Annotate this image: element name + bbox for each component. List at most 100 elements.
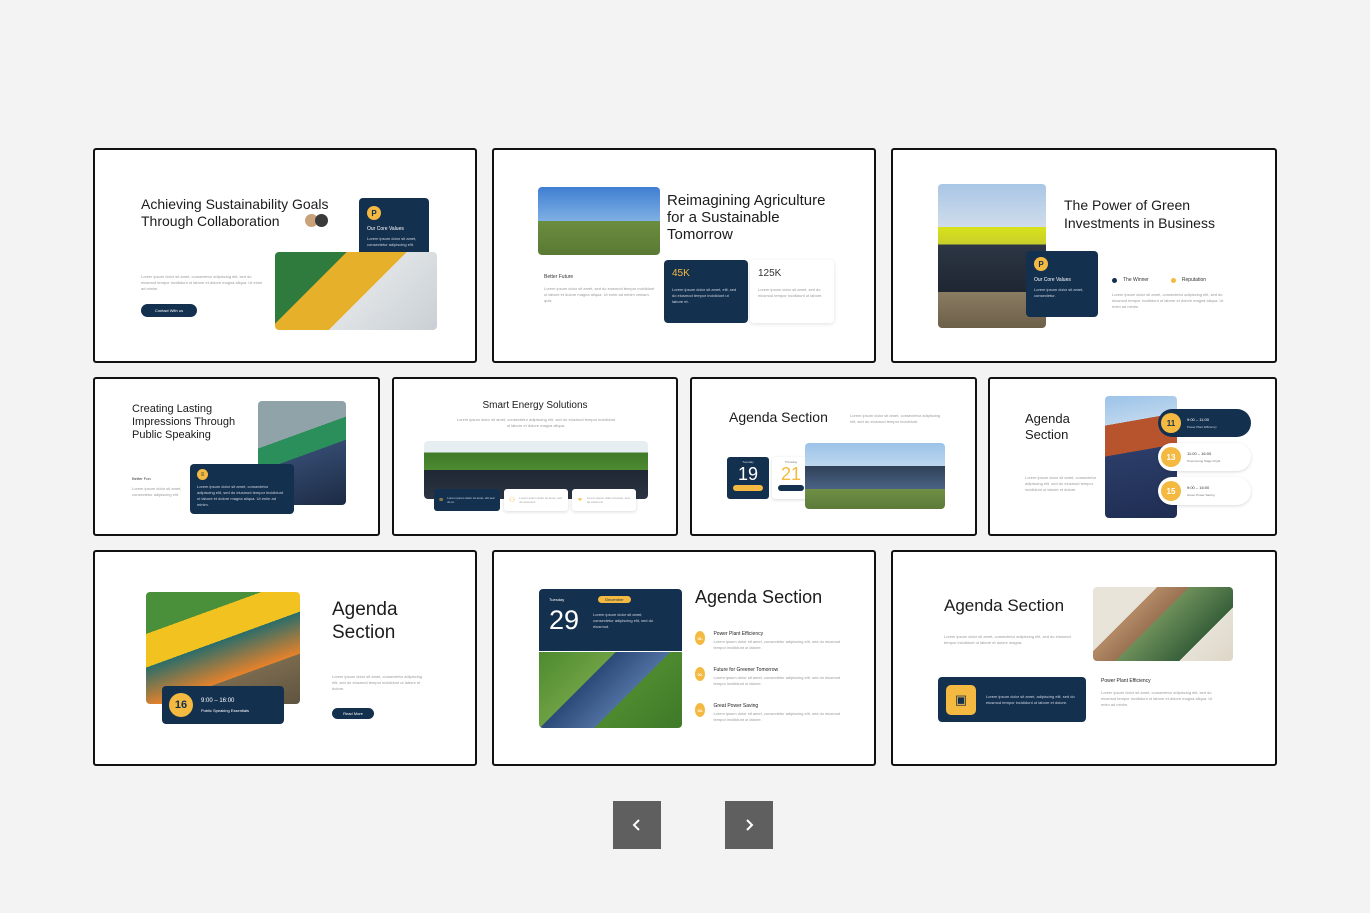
agenda-number: 13: [1161, 447, 1181, 467]
farm-facility-photo: [538, 187, 660, 255]
chevron-right-icon: [746, 819, 754, 831]
agenda-label: Green Power Saving: [1187, 493, 1215, 497]
slide-body: Lorem ipsum dolor sit amet, consectetur …: [132, 486, 182, 497]
agenda-time: 9:00 – 11:00: [1187, 417, 1209, 422]
legend-label: The Winner: [1123, 277, 1149, 283]
feature-text: Lorem ipsum dolor sit amet, sed do eiusm…: [519, 496, 562, 504]
slide-thumbnail-6[interactable]: Agenda Section Lorem ipsum dolor sit ame…: [690, 377, 977, 536]
slide-thumbnail-5[interactable]: Smart Energy Solutions Lorem ipsum dolor…: [392, 377, 678, 536]
card-title: Our Core Values: [367, 226, 404, 232]
item-text: Lorem ipsum dolor sit amet, consectetur …: [713, 639, 841, 650]
legend: The Winner Reputation: [1112, 277, 1206, 283]
calendar-icon: ▣: [946, 684, 976, 715]
network-icon: ⚭: [577, 497, 583, 504]
slide-body: Lorem ipsum dolor sit amet, sed do eiusm…: [544, 286, 655, 303]
slide-title: Agenda Section: [1025, 411, 1070, 442]
card-text: Lorem ipsum dolor sit amet, adipiscing e…: [986, 693, 1075, 705]
agenda-label: Power Plant Efficiency: [1187, 425, 1217, 429]
slide-thumbnail-4[interactable]: Creating Lasting Impressions Through Pub…: [93, 377, 380, 536]
item-number: 01.: [695, 631, 706, 645]
slide-subtitle: Better Future: [544, 274, 574, 280]
read-more-button[interactable]: Read More: [332, 708, 374, 719]
month-badge: February: [778, 485, 804, 499]
next-slide-button[interactable]: [725, 801, 773, 849]
agenda-card: 16 9:00 – 16:00 Public Speaking Essentia…: [162, 686, 284, 724]
stat-card-dark: 45K Lorem ipsum dolor sit amet, elit, se…: [664, 260, 748, 323]
slide-body: Lorem ipsum dolor sit amet, consectetur …: [332, 674, 423, 691]
item-label: Power Plant Efficiency: [713, 631, 764, 637]
info-card: ≡ Lorem ipsum dolor sit amet, consectetu…: [190, 464, 294, 514]
slide-title: The Power of Green Investments in Busine…: [1064, 197, 1215, 231]
date-card-19: Tuesday 19 February: [727, 457, 769, 499]
agenda-row: 03. Great Power Saving Lorem ipsum dolor…: [695, 703, 845, 739]
stat-card-light: 125K Lorem ipsum dolor sit amet, sed do …: [750, 260, 834, 323]
slide-thumbnail-3[interactable]: P Our Core Values Lorem ipsum dolor sit …: [891, 148, 1277, 363]
award-icon: P: [1034, 257, 1048, 271]
day-number: 19: [737, 464, 759, 484]
item-number: 02.: [695, 667, 706, 681]
chevron-left-icon: [632, 819, 640, 831]
contact-button[interactable]: Contact With us: [141, 304, 197, 317]
weekday: Tuesday: [549, 597, 565, 602]
menu-icon: ≡: [439, 496, 444, 504]
stat-text: Lorem ipsum dolor sit amet, elit, sed do…: [672, 287, 737, 304]
agenda-time: 9:00 – 16:00: [1187, 485, 1210, 490]
solar-farm-photo: [805, 443, 945, 509]
card-text: Lorem ipsum dolor sit amet, consectetur …: [367, 236, 417, 247]
slide-body: Lorem ipsum dolor sit amet, consectetur …: [141, 274, 263, 291]
card-title: Our Core Values: [1034, 277, 1071, 283]
card-text: Lorem ipsum dolor sit amet, consectetur.: [1034, 287, 1084, 298]
stat-text: Lorem ipsum dolor sit amet, sed do eiusm…: [758, 287, 823, 298]
slide-title: Agenda Section: [332, 599, 398, 643]
slide-subtext: Lorem ipsum dolor sit amet, consectetur …: [1101, 690, 1213, 707]
slide-thumbnail-7[interactable]: Agenda Section Lorem ipsum dolor sit ame…: [988, 377, 1277, 536]
woman-with-plants-photo: [1093, 587, 1233, 661]
card-text: Lorem ipsum dolor sit amet, consectetur …: [197, 484, 284, 507]
award-icon: P: [367, 206, 381, 220]
aerial-solar-field-photo: [539, 652, 682, 728]
avatar-group: [305, 214, 331, 228]
slide-subtitle: Power Plant Efficiency: [1101, 678, 1151, 684]
feature-box-2: ⚇ Lorem ipsum dolor sit amet, sed do eiu…: [504, 489, 568, 511]
feature-text: Lorem ipsum dolor sit amet, elit sed do …: [447, 496, 495, 504]
gloved-hands-solar-photo: [275, 252, 437, 330]
feature-box-3: ⚭ Lorem ipsum dolor sit amet, sed do eiu…: [572, 489, 636, 511]
read-more-label: Read More: [343, 711, 363, 716]
agenda-item-2: 13 11:00 – 16:00 Overcoming Stage Fright: [1158, 443, 1251, 471]
agenda-row: 01. Power Plant Efficiency Lorem ipsum d…: [695, 631, 845, 667]
feature-text: Lorem ipsum dolor sit amet, sed do eiusm…: [586, 496, 630, 504]
stat-value: 45K: [672, 268, 690, 279]
slide-title: Smart Energy Solutions: [482, 400, 588, 411]
slide-title: Agenda Section: [695, 587, 823, 607]
item-text: Lorem ipsum dolor sit amet, consectetur …: [713, 675, 841, 686]
slide-body: Lorem ipsum dolor sit amet, consectetur …: [1112, 292, 1224, 309]
agenda-number: 15: [1161, 481, 1181, 501]
agenda-list: 01. Power Plant Efficiency Lorem ipsum d…: [695, 631, 845, 739]
slide-thumbnail-9[interactable]: Tuesday December 29 Lorem ipsum dolor si…: [492, 550, 876, 766]
legend-dot-navy: [1112, 277, 1117, 283]
agenda-item-3: 15 9:00 – 16:00 Green Power Saving: [1158, 477, 1251, 505]
slide-thumbnail-8[interactable]: 16 9:00 – 16:00 Public Speaking Essentia…: [93, 550, 477, 766]
team-icon: ⚇: [509, 497, 516, 504]
slide-thumbnail-1[interactable]: Achieving Sustainability Goals Through C…: [93, 148, 477, 363]
legend-dot-gold: [1170, 277, 1176, 283]
slide-body: Lorem ipsum dolor sit amet, consectetur …: [1025, 475, 1097, 492]
slide-thumbnail-2[interactable]: Reimagining Agriculture for a Sustainabl…: [492, 148, 876, 363]
month-badge: December: [598, 596, 631, 603]
agenda-label: Public Speaking Essentials: [201, 707, 250, 713]
item-text: Lorem ipsum dolor sit amet, consectetur …: [713, 711, 841, 722]
checklist-icon: ≡: [197, 469, 208, 480]
slide-subtitle: Better Fun: [132, 476, 151, 481]
slide-title: Agenda Section: [944, 596, 1065, 615]
date-banner: Tuesday December 29 Lorem ipsum dolor si…: [539, 589, 682, 651]
day-number: 29: [549, 605, 580, 635]
date-text: Lorem ipsum dolor sit amet, consectetur …: [593, 611, 654, 629]
slide-thumbnail-10[interactable]: Agenda Section Lorem ipsum dolor sit ame…: [891, 550, 1277, 766]
month-badge: February: [733, 485, 763, 499]
slide-body: Lorem ipsum dolor sit amet, consectetur …: [850, 413, 941, 424]
item-number: 03.: [695, 703, 706, 717]
previous-slide-button[interactable]: [613, 801, 661, 849]
stat-value: 125K: [758, 268, 782, 279]
slide-body: Lorem ipsum dolor sit amet, consectetur …: [456, 417, 616, 428]
item-label: Future for Greener Tomorrow: [713, 667, 779, 673]
